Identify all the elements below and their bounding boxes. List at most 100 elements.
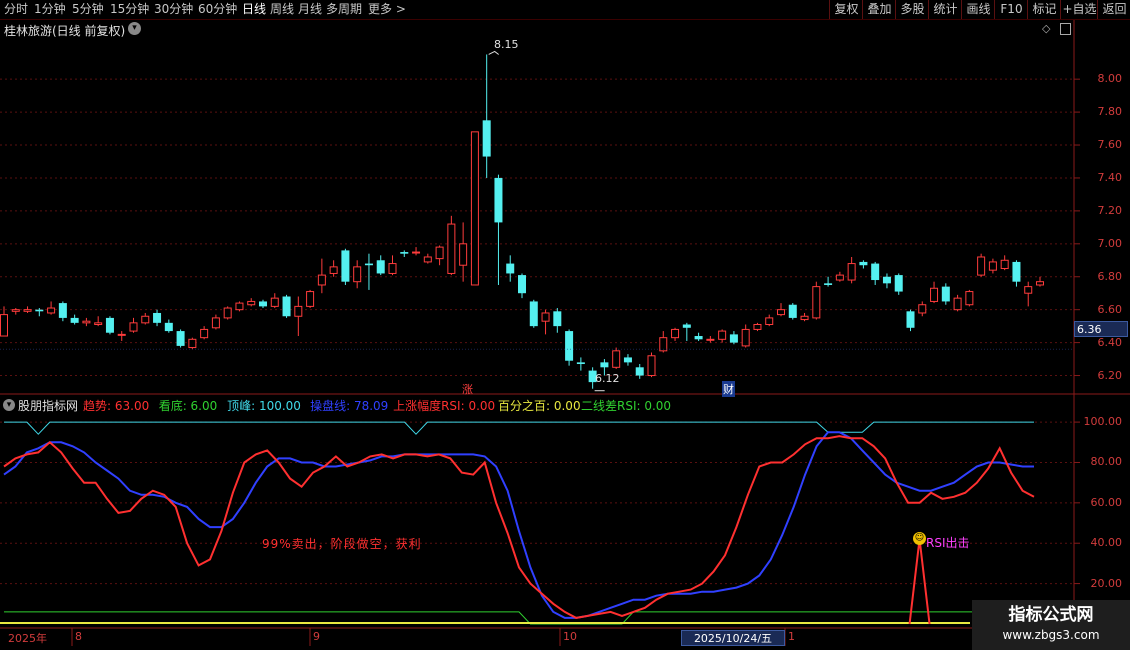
- candle-body: [576, 362, 585, 365]
- rsi-signal-text: RSI出击: [926, 536, 970, 550]
- watermark-title: 指标公式网: [1008, 605, 1094, 625]
- price-tick-label: 6.20: [1097, 368, 1123, 382]
- candle-body: [977, 256, 986, 276]
- date-axis-label: 9: [313, 630, 320, 643]
- candle-body: [882, 276, 891, 284]
- candle-body: [1024, 286, 1033, 294]
- date-axis-label: 1: [788, 630, 795, 643]
- candle-body: [777, 309, 785, 316]
- candle-body: [459, 243, 468, 266]
- indicator-tick-label: 20.00: [1090, 576, 1123, 590]
- watermark: 指标公式网 www.zbgs3.com: [972, 600, 1130, 650]
- candle-body: [11, 309, 20, 312]
- indicator-tick-label: 60.00: [1090, 495, 1123, 509]
- candle-body: [988, 261, 997, 271]
- price-tick-label: 8.00: [1097, 72, 1123, 86]
- price-tick-label: 7.40: [1097, 170, 1123, 184]
- candle-body: [153, 312, 162, 323]
- candle-body: [541, 312, 550, 322]
- candle-body: [753, 323, 762, 330]
- candle-body: [671, 328, 680, 339]
- candle-body: [388, 263, 397, 274]
- price-tick-label: 7.80: [1097, 105, 1123, 119]
- event-marker-finance-label: 财: [723, 383, 734, 396]
- candle-body: [423, 256, 432, 263]
- stock-chart[interactable]: [0, 0, 1130, 650]
- candle-body: [188, 338, 197, 349]
- candle-body: [930, 287, 939, 302]
- indicator-line-operate: [3, 431, 1034, 619]
- indicator-line-trend: [3, 435, 1035, 619]
- candle-body: [741, 328, 750, 347]
- candle-body: [35, 309, 44, 312]
- smiley-icon: ☺: [913, 532, 926, 545]
- current-price-box: 6.36: [1074, 321, 1128, 337]
- rsi-spike-line: [908, 539, 931, 625]
- candle-body: [859, 261, 868, 266]
- candle-body: [894, 275, 903, 292]
- price-tick-label: 7.60: [1097, 138, 1123, 152]
- high-marker-arrow: [488, 50, 499, 55]
- candle-body: [400, 252, 409, 254]
- candle-body: [247, 300, 256, 306]
- candle-body: [376, 260, 385, 274]
- candle-body: [647, 355, 656, 377]
- candle-body: [58, 303, 67, 318]
- candle-body: [141, 315, 150, 324]
- date-axis-label: 10: [563, 630, 577, 643]
- candle-body: [353, 266, 362, 283]
- high-price-label: 8.15: [494, 38, 519, 51]
- candle-body: [1036, 281, 1044, 286]
- candle-body: [623, 357, 632, 363]
- candle-body: [529, 301, 538, 327]
- event-marker-finance[interactable]: 财: [722, 381, 735, 397]
- candle-body: [965, 291, 974, 306]
- candle-body: [706, 338, 715, 341]
- price-tick-label: 6.60: [1097, 302, 1123, 316]
- candle-body: [176, 331, 185, 346]
- candle-body: [800, 315, 809, 321]
- candle-body: [200, 328, 209, 339]
- date-axis-label: 8: [75, 630, 82, 643]
- candle-body: [518, 275, 526, 294]
- candle-body: [47, 307, 56, 314]
- price-tick-label: 6.80: [1097, 269, 1123, 283]
- candle-body: [635, 367, 644, 376]
- candle-body: [953, 297, 962, 311]
- candle-body: [259, 301, 267, 307]
- sell-signal-text: 99%卖出，阶段做空，获利: [262, 537, 422, 551]
- candle-body: [282, 296, 291, 317]
- indicator-tick-label: 40.00: [1090, 536, 1123, 550]
- candle-body: [812, 286, 821, 319]
- date-axis-label: 2025年: [8, 632, 47, 645]
- watermark-url: www.zbgs3.com: [1002, 628, 1100, 642]
- price-tick-label: 7.00: [1097, 236, 1123, 250]
- candle-body: [82, 320, 91, 324]
- candle-body: [612, 350, 621, 368]
- cursor-date-box: 2025/10/24/五: [681, 630, 785, 646]
- candle-body: [211, 317, 220, 329]
- candle-body: [0, 314, 8, 337]
- candle-body: [824, 283, 833, 285]
- candle-body: [1000, 259, 1009, 270]
- candle-body: [847, 263, 856, 281]
- candle-body: [306, 291, 315, 307]
- candle-body: [23, 309, 32, 312]
- candle-body: [718, 330, 727, 340]
- event-marker-rise[interactable]: 涨: [462, 381, 473, 397]
- candle-body: [1012, 261, 1021, 282]
- candle-body: [117, 333, 126, 336]
- price-tick-label: 7.20: [1097, 203, 1123, 217]
- indicator-tick-label: 80.00: [1090, 455, 1123, 469]
- candle-body: [941, 286, 950, 302]
- candle-body: [600, 362, 609, 368]
- candle-body: [105, 317, 114, 333]
- candle-body: [270, 297, 279, 307]
- candle-body: [788, 304, 797, 318]
- candle-body: [682, 324, 691, 328]
- candle-body: [435, 246, 444, 260]
- candle-body: [470, 131, 479, 286]
- candle-body: [906, 311, 915, 328]
- candle-body: [494, 177, 503, 223]
- candle-body: [871, 263, 880, 281]
